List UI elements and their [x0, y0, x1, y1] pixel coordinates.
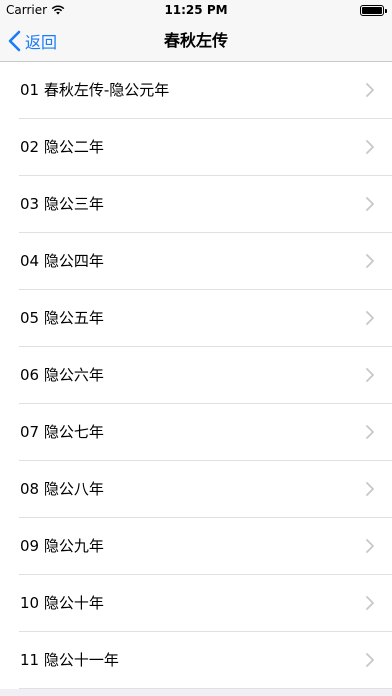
list-item-label: 06 隐公六年	[20, 366, 104, 384]
list-item-label: 01 春秋左传-隐公元年	[20, 81, 170, 99]
list-item[interactable]: 05 隐公五年	[0, 290, 392, 347]
chevron-right-icon	[366, 83, 374, 97]
chevron-right-icon	[366, 254, 374, 268]
list-item[interactable]: 07 隐公七年	[0, 404, 392, 461]
list-item[interactable]: 06 隐公六年	[0, 347, 392, 404]
list-item[interactable]: 11 隐公十一年	[0, 632, 392, 689]
navigation-bar: 返回 春秋左传	[0, 20, 392, 62]
list-item-label: 05 隐公五年	[20, 309, 104, 327]
list-item-label: 10 隐公十年	[20, 594, 104, 612]
chapter-list: 01 春秋左传-隐公元年 02 隐公二年 03 隐公三年 04 隐公四年 05 …	[0, 62, 392, 689]
list-item-label: 08 隐公八年	[20, 480, 104, 498]
chevron-right-icon	[366, 425, 374, 439]
list-item[interactable]: 09 隐公九年	[0, 518, 392, 575]
status-bar: Carrier 11:25 PM	[0, 0, 392, 20]
chevron-right-icon	[366, 596, 374, 610]
list-item-label: 02 隐公二年	[20, 138, 104, 156]
list-item[interactable]: 08 隐公八年	[0, 461, 392, 518]
chevron-right-icon	[366, 368, 374, 382]
chevron-right-icon	[366, 539, 374, 553]
list-item[interactable]: 01 春秋左传-隐公元年	[0, 62, 392, 119]
list-item-label: 07 隐公七年	[20, 423, 104, 441]
status-time: 11:25 PM	[164, 3, 228, 17]
list-item-label: 09 隐公九年	[20, 537, 104, 555]
list-item-label: 03 隐公三年	[20, 195, 104, 213]
list-item[interactable]: 10 隐公十年	[0, 575, 392, 632]
chevron-right-icon	[366, 197, 374, 211]
page-title: 春秋左传	[163, 31, 228, 50]
list-item[interactable]: 03 隐公三年	[0, 176, 392, 233]
chevron-right-icon	[366, 140, 374, 154]
chevron-right-icon	[366, 311, 374, 325]
list-item-label: 04 隐公四年	[20, 252, 104, 270]
list-item-label: 11 隐公十一年	[20, 651, 119, 669]
battery-icon	[360, 5, 387, 16]
chevron-right-icon	[366, 482, 374, 496]
list-item[interactable]: 04 隐公四年	[0, 233, 392, 290]
list-item[interactable]: 02 隐公二年	[0, 119, 392, 176]
chevron-right-icon	[366, 653, 374, 667]
